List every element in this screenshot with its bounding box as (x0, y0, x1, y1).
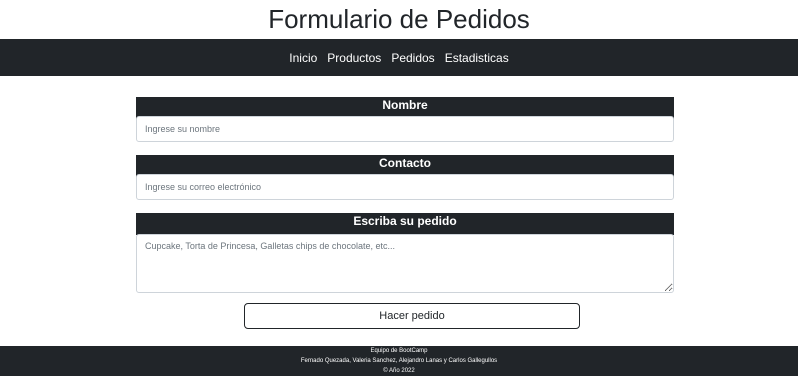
nombre-input[interactable] (136, 116, 674, 142)
pedido-label: Escriba su pedido (136, 213, 674, 235)
page-footer: Equipo de BootCamp Fernado Quezada, Vale… (0, 346, 798, 376)
pedido-group: Escriba su pedido (136, 213, 674, 293)
hacer-pedido-button[interactable]: Hacer pedido (244, 303, 580, 329)
nav-link-pedidos[interactable]: Pedidos (391, 51, 434, 65)
nav-link-productos[interactable]: Productos (327, 51, 381, 65)
main-navbar: Inicio Productos Pedidos Estadisticas (0, 39, 798, 76)
footer-members: Fernado Quezada, Valeria Sanchez, Alejan… (300, 358, 498, 364)
footer-copyright: © Año 2022 (383, 368, 415, 374)
nav-link-inicio[interactable]: Inicio (289, 51, 317, 65)
nombre-group: Nombre (136, 97, 674, 142)
contacto-group: Contacto (136, 155, 674, 200)
page-title: Formulario de Pedidos (268, 4, 530, 34)
email-input[interactable] (136, 174, 674, 200)
nav-link-estadisticas[interactable]: Estadisticas (445, 51, 509, 65)
footer-team-name: Equipo de BootCamp (370, 348, 428, 354)
pedido-textarea[interactable] (136, 234, 674, 293)
